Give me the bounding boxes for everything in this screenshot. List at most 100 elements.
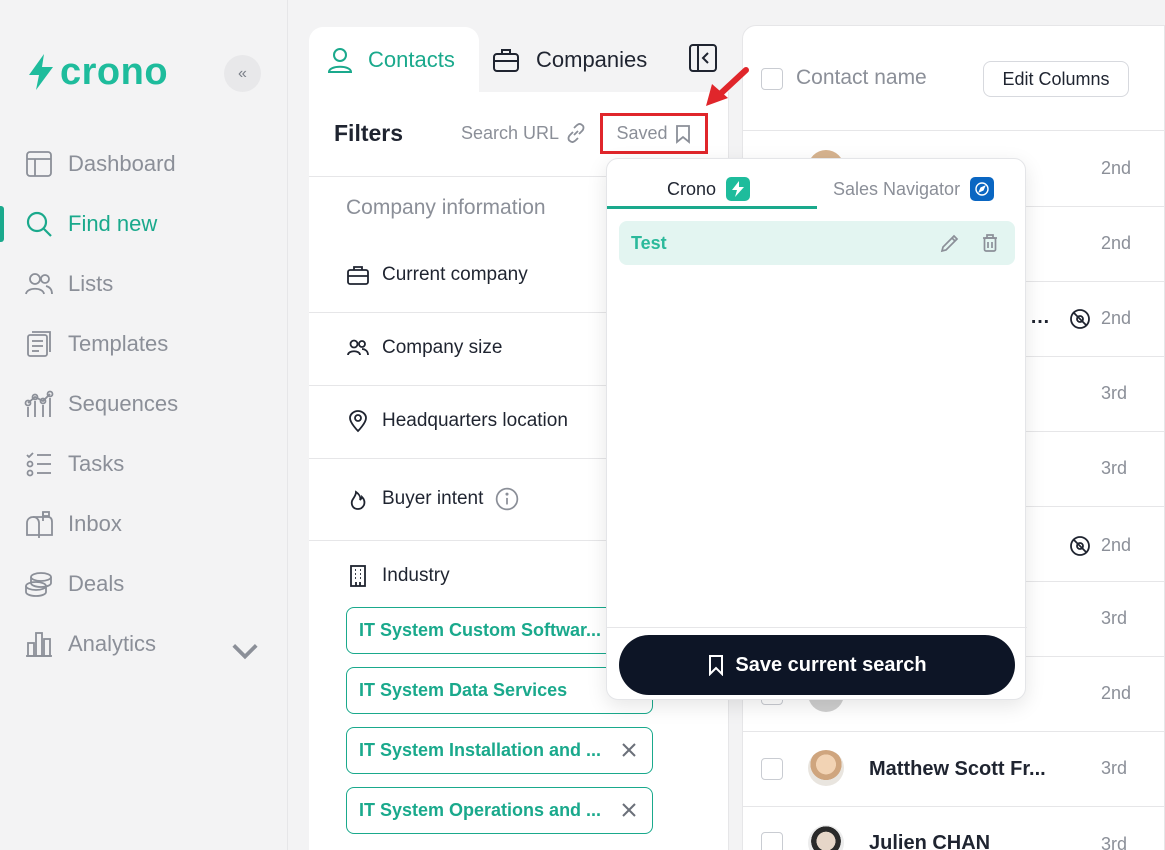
row-checkbox[interactable]: [761, 832, 783, 850]
save-current-search-label: Save current search: [735, 653, 927, 676]
sidebar-item-dashboard[interactable]: Dashboard: [0, 134, 288, 194]
sidebar-item-label: Dashboard: [68, 151, 176, 176]
sidebar: crono « Dashboard Find new Lists Templat…: [0, 0, 288, 850]
sidebar-item-label: Templates: [68, 331, 169, 356]
tasks-icon: [26, 452, 51, 477]
connection-degree: 3rd: [1101, 458, 1128, 478]
filter-current-company[interactable]: Current company: [346, 263, 528, 287]
building-icon: [350, 565, 366, 587]
search-url-label: Search URL: [461, 122, 560, 143]
sidebar-item-inbox[interactable]: Inbox: [0, 494, 288, 554]
compass-icon: [970, 177, 995, 201]
contact-name[interactable]: Matthew Scott Fr...: [869, 758, 1046, 781]
sidebar-item-label: Inbox: [68, 511, 122, 536]
select-all-checkbox[interactable]: [761, 68, 783, 90]
sidebar-item-templates[interactable]: Templates: [0, 314, 288, 374]
filter-industry[interactable]: Industry: [346, 564, 450, 588]
sidebar-item-sequences[interactable]: Sequences: [0, 374, 288, 434]
connection-degree: 3rd: [1101, 383, 1128, 403]
flame-icon: [350, 490, 366, 510]
sidebar-item-tasks[interactable]: Tasks: [0, 434, 288, 494]
sequences-icon: [24, 390, 54, 417]
crono-badge-icon: [726, 177, 751, 201]
connection-degree: 2nd: [1101, 158, 1132, 178]
divider: [742, 130, 1165, 131]
annotation-arrow-icon: [706, 67, 749, 106]
row-name-truncated: …: [1030, 306, 1050, 328]
bookmark-icon: [709, 655, 724, 676]
tab-sales-navigator-label: Sales Navigator: [833, 178, 961, 199]
info-icon[interactable]: [495, 487, 519, 511]
industry-chip[interactable]: IT System Operations and ...: [346, 787, 653, 834]
saved-search-item[interactable]: Test: [619, 221, 1015, 265]
filter-label: Headquarters location: [382, 410, 568, 431]
tab-contacts[interactable]: Contacts: [309, 27, 479, 93]
divider: [742, 806, 1165, 807]
sidebar-item-label: Analytics: [68, 631, 157, 656]
saved-label: Saved: [616, 123, 668, 143]
deals-icon: [25, 572, 52, 597]
sidebar-item-label: Deals: [68, 571, 125, 596]
filter-label: Current company: [382, 264, 528, 285]
tab-contacts-label: Contacts: [368, 47, 455, 72]
connection-degree: 2nd: [1101, 308, 1132, 328]
inbox-icon: [26, 511, 53, 538]
sidebar-item-label: Tasks: [68, 451, 125, 476]
crono-logo[interactable]: crono: [26, 52, 168, 92]
column-header-contact-name: Contact name: [796, 66, 927, 89]
connection-degree: 2nd: [1101, 683, 1132, 703]
sidebar-nav: Dashboard Find new Lists Templates Seque…: [0, 134, 288, 674]
filter-label: Buyer intent: [382, 488, 484, 509]
no-view-icon: [1070, 309, 1090, 329]
chevron-down-icon[interactable]: [230, 636, 260, 666]
sidebar-item-deals[interactable]: Deals: [0, 554, 288, 614]
edit-icon[interactable]: [939, 232, 961, 254]
filter-buyer-intent[interactable]: Buyer intent: [346, 487, 519, 511]
filter-label: Company size: [382, 337, 503, 358]
sidebar-item-analytics[interactable]: Analytics: [0, 614, 288, 674]
saved-searches-button[interactable]: Saved: [600, 113, 708, 154]
industry-chip[interactable]: IT System Installation and ...: [346, 727, 653, 774]
briefcase-icon: [347, 266, 369, 285]
section-company-information: Company information: [346, 196, 546, 219]
sidebar-item-lists[interactable]: Lists: [0, 254, 288, 314]
collapse-sidebar-button[interactable]: «: [224, 55, 261, 92]
trash-icon[interactable]: [979, 232, 1001, 254]
saved-search-actions: [939, 232, 1001, 254]
link-icon: [567, 123, 585, 143]
close-icon[interactable]: [620, 801, 638, 819]
chip-label: IT System Data Services: [359, 680, 568, 700]
tab-companies[interactable]: Companies: [492, 27, 647, 93]
divider: [742, 731, 1165, 732]
user-icon: [327, 48, 353, 73]
row-checkbox[interactable]: [761, 758, 783, 780]
chip-label: IT System Custom Softwar...: [359, 620, 602, 640]
no-view-icon: [1070, 536, 1090, 556]
active-tab-indicator: [607, 206, 817, 209]
sidebar-item-find-new[interactable]: Find new: [0, 194, 288, 254]
edit-columns-button[interactable]: Edit Columns: [983, 61, 1129, 97]
templates-icon: [27, 331, 51, 357]
tab-crono[interactable]: Crono: [667, 171, 751, 207]
filters-title: Filters: [334, 120, 404, 146]
tab-crono-label: Crono: [667, 178, 717, 199]
filter-label: Industry: [382, 565, 450, 586]
search-url-button[interactable]: Search URL: [461, 122, 587, 144]
saved-searches-dropdown: Crono Sales Navigator Test Save current …: [606, 158, 1027, 700]
chip-label: IT System Installation and ...: [359, 740, 602, 760]
filter-company-size[interactable]: Company size: [346, 336, 502, 360]
analytics-icon: [26, 632, 52, 657]
logo-text: crono: [60, 51, 169, 93]
chip-label: IT System Operations and ...: [359, 800, 602, 820]
tab-sales-navigator[interactable]: Sales Navigator: [833, 171, 995, 207]
connection-degree: 3rd: [1101, 608, 1128, 628]
contact-name[interactable]: Julien CHAN: [869, 832, 990, 850]
filter-headquarters-location[interactable]: Headquarters location: [346, 409, 568, 433]
connection-degree: 3rd: [1101, 758, 1128, 778]
save-current-search-button[interactable]: Save current search: [619, 635, 1015, 695]
connection-degree: 2nd: [1101, 233, 1132, 253]
close-icon[interactable]: [620, 741, 638, 759]
sidebar-item-label: Find new: [68, 211, 158, 236]
saved-search-label: Test: [631, 232, 667, 253]
avatar: [808, 750, 844, 786]
